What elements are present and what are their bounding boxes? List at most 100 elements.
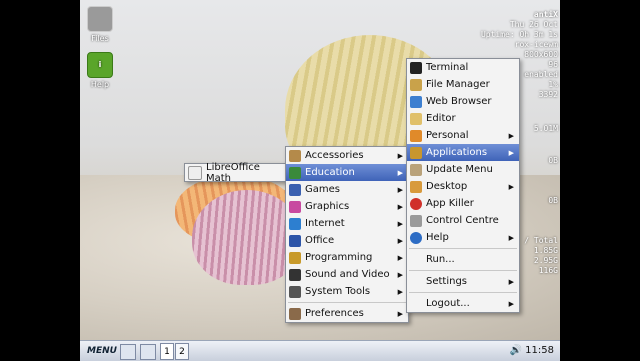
chevron-right-icon: ▶ [397, 151, 403, 160]
conky-line: rox-icewm [514, 40, 558, 49]
menu-item-programming[interactable]: Programming ▶ [286, 249, 408, 266]
app-killer-icon [410, 197, 422, 210]
menu-item-education[interactable]: Education ▶ [286, 164, 408, 181]
chevron-right-icon: ▶ [397, 219, 403, 228]
menu-item-graphics[interactable]: Graphics ▶ [286, 198, 408, 215]
education-submenu: LibreOffice Math [184, 161, 287, 184]
menu-item-label: Sound and Video [305, 269, 390, 280]
desktop-icon-label: Files [91, 34, 109, 43]
menu-item-desktop[interactable]: Desktop ▶ [407, 178, 519, 195]
menu-button[interactable]: MENU [84, 343, 120, 359]
menu-separator [409, 270, 517, 271]
menu-item-system-tools[interactable]: System Tools ▶ [286, 283, 408, 300]
menu-item-label: Education [305, 167, 355, 178]
menu-item-settings[interactable]: Settings ▶ [407, 273, 519, 290]
menu-item-personal[interactable]: Personal ▶ [407, 127, 519, 144]
show-desktop-icon[interactable] [120, 344, 136, 360]
menu-item-label: Logout... [426, 298, 470, 309]
menu-item-run[interactable]: Run... [407, 251, 519, 268]
menu-item-update-menu[interactable]: Update Menu [407, 161, 519, 178]
window-list-icon[interactable] [140, 344, 156, 360]
conky-line: Uptime: 0h 3m 1s [480, 30, 558, 39]
applications-submenu: Accessories ▶ Education ▶ Games ▶ Graphics ▶… [285, 146, 409, 323]
menu-separator [409, 292, 517, 293]
root-menu: Terminal File Manager Web Browser Editor… [406, 58, 520, 313]
education-icon [289, 166, 301, 179]
menu-item-label: Games [305, 184, 340, 195]
chevron-right-icon: ▶ [397, 287, 403, 296]
volume-icon[interactable]: 🔊 [510, 345, 522, 356]
desktop-icon-label: Help [90, 80, 110, 89]
graphics-icon [289, 200, 301, 213]
chevron-right-icon: ▶ [397, 309, 403, 318]
games-icon [289, 183, 301, 196]
menu-item-preferences[interactable]: Preferences ▶ [286, 305, 408, 322]
menu-item-label: Desktop [426, 181, 468, 192]
menu-item-office[interactable]: Office ▶ [286, 232, 408, 249]
menu-item-label: Internet [305, 218, 345, 229]
sound-and-video-icon [289, 268, 301, 281]
menu-item-web-browser[interactable]: Web Browser [407, 93, 519, 110]
menu-item-accessories[interactable]: Accessories ▶ [286, 147, 408, 164]
desktop-icon [410, 180, 422, 193]
menu-item-terminal[interactable]: Terminal [407, 59, 519, 76]
conky-line: antiX [533, 10, 558, 19]
menu-item-label: Office [305, 235, 335, 246]
menu-item-label: Accessories [305, 150, 364, 161]
menu-item-label: App Killer [426, 198, 474, 209]
update-menu-icon [410, 163, 422, 176]
menu-separator [409, 248, 517, 249]
editor-icon [410, 112, 422, 125]
menu-item-help[interactable]: Help ▶ [407, 229, 519, 246]
chevron-right-icon: ▶ [508, 148, 514, 157]
taskbar-clock[interactable]: 11:58 [525, 345, 554, 356]
files-icon [87, 6, 113, 32]
libreoffice-math-icon [188, 165, 202, 180]
menu-item-label: Terminal [426, 62, 469, 73]
menu-separator [288, 302, 406, 303]
internet-icon [289, 217, 301, 230]
menu-item-applications[interactable]: Applications ▶ [407, 144, 519, 161]
terminal-icon [410, 61, 422, 74]
conky-line: Thu 26 Oct [509, 20, 558, 29]
control-centre-icon [410, 214, 422, 227]
chevron-right-icon: ▶ [508, 233, 514, 242]
desktop-icon-files[interactable]: Files [80, 6, 120, 43]
chevron-right-icon: ▶ [397, 253, 403, 262]
menu-item-editor[interactable]: Editor [407, 110, 519, 127]
menu-item-libreoffice-math[interactable]: LibreOffice Math [185, 161, 286, 184]
help-icon [410, 231, 422, 244]
menu-item-file-manager[interactable]: File Manager [407, 76, 519, 93]
desktop-icon-help[interactable]: i Help [80, 52, 120, 89]
menu-item-internet[interactable]: Internet ▶ [286, 215, 408, 232]
menu-item-app-killer[interactable]: App Killer [407, 195, 519, 212]
menu-item-logout[interactable]: Logout... ▶ [407, 295, 519, 312]
menu-item-control-centre[interactable]: Control Centre [407, 212, 519, 229]
workspace-2[interactable]: 2 [175, 343, 189, 360]
preferences-icon [289, 307, 301, 320]
taskbar: MENU 1 2 🔊 11:58 [80, 340, 560, 361]
menu-item-label: Settings [426, 276, 468, 287]
chevron-right-icon: ▶ [508, 182, 514, 191]
chevron-right-icon: ▶ [508, 131, 514, 140]
chevron-right-icon: ▶ [397, 168, 403, 177]
file-manager-icon [410, 78, 422, 91]
menu-item-label: File Manager [426, 79, 490, 90]
menu-item-label: Preferences [305, 308, 364, 319]
menu-item-sound-and-video[interactable]: Sound and Video ▶ [286, 266, 408, 283]
workspace-1[interactable]: 1 [160, 343, 174, 360]
applications-icon [410, 146, 422, 159]
menu-item-label: Help [426, 232, 449, 243]
chevron-right-icon: ▶ [508, 299, 514, 308]
menu-item-label: Update Menu [426, 164, 493, 175]
chevron-right-icon: ▶ [508, 277, 514, 286]
menu-item-label: LibreOffice Math [206, 161, 260, 184]
menu-item-label: Editor [426, 113, 456, 124]
menu-item-games[interactable]: Games ▶ [286, 181, 408, 198]
menu-item-label: Run... [426, 254, 455, 265]
help-icon: i [87, 52, 113, 78]
accessories-icon [289, 149, 301, 162]
system-tools-icon [289, 285, 301, 298]
menu-item-label: Personal [426, 130, 469, 141]
menu-item-label: Web Browser [426, 96, 492, 107]
